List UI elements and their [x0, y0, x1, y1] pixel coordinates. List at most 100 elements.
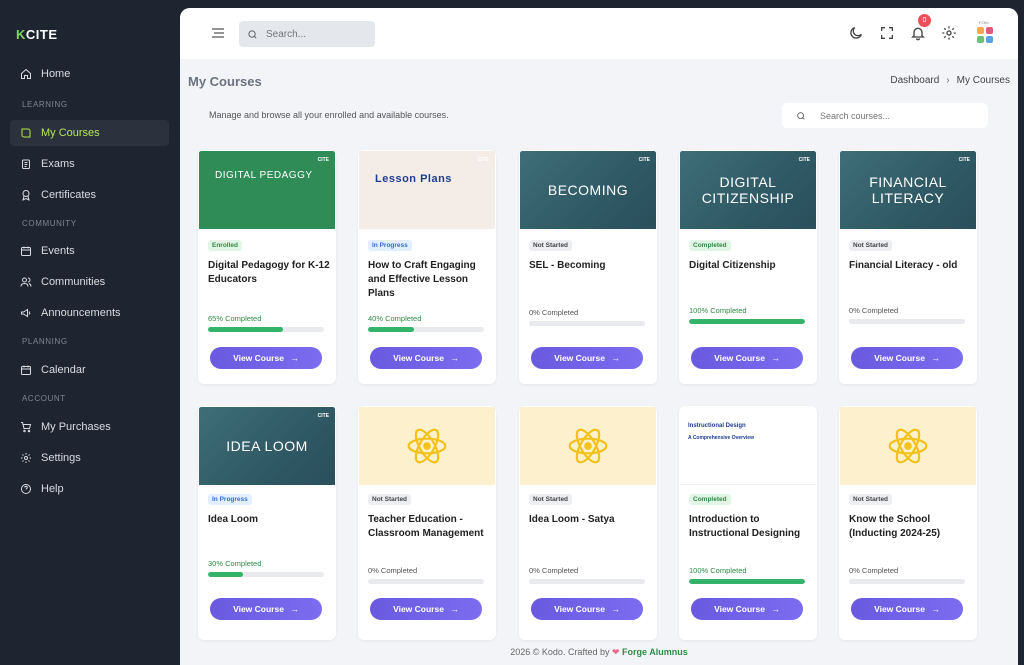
course-thumbnail[interactable]	[840, 407, 976, 485]
course-thumbnail[interactable]: DIGITAL PEDAGGY CITE	[199, 151, 335, 229]
view-course-button[interactable]: View Course →	[531, 598, 643, 620]
course-search-input[interactable]	[820, 110, 970, 121]
course-thumbnail[interactable]: BECOMING CITE	[520, 151, 656, 229]
course-thumbnail[interactable]	[359, 407, 495, 485]
course-thumbnail[interactable]: FINANCIAL LITERACY CITE	[840, 151, 976, 229]
section-planning: PLANNING	[22, 337, 68, 346]
view-course-button[interactable]: View Course →	[210, 598, 322, 620]
status-badge: Enrolled	[208, 240, 243, 251]
arrow-right-icon: →	[610, 604, 620, 614]
course-title[interactable]: Idea Loom	[208, 513, 330, 527]
sidebar-item-label: My Purchases	[41, 421, 111, 433]
status-badge: In Progress	[368, 240, 412, 251]
menu-toggle-icon[interactable]	[210, 25, 226, 41]
topbar: 0 FOlio	[180, 8, 1018, 59]
course-title[interactable]: SEL - Becoming	[529, 259, 651, 273]
course-thumbnail[interactable]: Instructional Design A Comprehensive Over…	[680, 407, 816, 485]
progress-fill	[689, 579, 805, 584]
app-switcher-icon[interactable]	[977, 27, 993, 43]
view-course-button[interactable]: View Course →	[370, 598, 482, 620]
course-title[interactable]: Digital Pedagogy for K-12 Educators	[208, 259, 330, 287]
arrow-right-icon: →	[770, 353, 780, 363]
settings-gear-icon[interactable]	[941, 25, 957, 41]
course-thumbnail[interactable]	[520, 407, 656, 485]
logo[interactable]: KCITE	[16, 27, 58, 42]
progress-bar	[849, 319, 965, 324]
progress-bar	[208, 572, 324, 577]
course-title[interactable]: Introduction to Instructional Designing	[689, 513, 811, 541]
course-card[interactable]: DIGITAL CITIZENSHIP CITE Completed Digital …	[679, 150, 817, 384]
progress-label: 0% Completed	[368, 566, 418, 575]
atom-icon	[888, 428, 928, 464]
course-card[interactable]: Instructional Design A Comprehensive Over…	[679, 406, 817, 640]
sidebar-item-settings[interactable]: Settings	[10, 445, 169, 471]
page-title: My Courses	[188, 74, 262, 89]
moon-icon[interactable]	[848, 25, 864, 41]
bell-icon[interactable]	[910, 25, 926, 41]
course-card[interactable]: IDEA LOOM CITE In Progress Idea Loom 30% Com…	[198, 406, 336, 640]
course-card[interactable]: BECOMING CITE Not Started SEL - Becoming 0% …	[519, 150, 657, 384]
course-card[interactable]: FINANCIAL LITERACY CITE Not Started Financi…	[839, 150, 977, 384]
view-course-button[interactable]: View Course →	[691, 347, 803, 369]
footer-brand-link[interactable]: Forge Alumnus	[622, 647, 688, 657]
sidebar-item-home[interactable]: Home	[10, 61, 169, 87]
search-input[interactable]	[266, 28, 366, 40]
sidebar-item-label: Help	[41, 483, 64, 495]
progress-label: 40% Completed	[368, 314, 422, 323]
calendar-icon	[20, 245, 32, 257]
sidebar-item-events[interactable]: Events	[10, 238, 169, 264]
course-title[interactable]: Know the School (Inducting 2024-25)	[849, 513, 971, 541]
thumbnail-logo: CITE	[798, 157, 810, 163]
progress-bar	[689, 319, 805, 324]
sidebar-item-help[interactable]: Help	[10, 476, 169, 502]
course-card[interactable]: Not Started Idea Loom - Satya 0% Completed…	[519, 406, 657, 640]
fullscreen-icon[interactable]	[879, 25, 895, 41]
view-course-button[interactable]: View Course →	[210, 347, 322, 369]
view-course-button[interactable]: View Course →	[851, 347, 963, 369]
course-card[interactable]: DIGITAL PEDAGGY CITE Enrolled Digital Pedag…	[198, 150, 336, 384]
sidebar-item-calendar[interactable]: Calendar	[10, 357, 169, 383]
section-community: COMMUNITY	[22, 219, 77, 228]
arrow-right-icon: →	[289, 604, 299, 614]
course-thumbnail[interactable]: DIGITAL CITIZENSHIP CITE	[680, 151, 816, 229]
thumbnail-subtitle: A Comprehensive Overview	[688, 435, 754, 441]
sidebar-item-my-courses[interactable]: My Courses	[10, 120, 169, 146]
course-card[interactable]: Lesson Plans CITE In Progress How to Craft …	[358, 150, 496, 384]
sidebar: KCITE Home LEARNING My Courses Exams Cer…	[0, 0, 180, 665]
thumbnail-title: Instructional Design	[688, 423, 746, 429]
button-label: View Course	[233, 353, 284, 363]
sidebar-item-certificates[interactable]: Certificates	[10, 182, 169, 208]
logo-mark: K	[16, 27, 26, 42]
course-title[interactable]: Digital Citizenship	[689, 259, 811, 273]
course-title[interactable]: Teacher Education - Classroom Management	[368, 513, 490, 541]
view-course-button[interactable]: View Course →	[691, 598, 803, 620]
course-title[interactable]: Financial Literacy - old	[849, 259, 971, 273]
view-course-button[interactable]: View Course →	[531, 347, 643, 369]
sidebar-item-communities[interactable]: Communities	[10, 269, 169, 295]
breadcrumb-dashboard[interactable]: Dashboard	[890, 75, 939, 86]
sidebar-item-announcements[interactable]: Announcements	[10, 300, 169, 326]
course-card[interactable]: Not Started Know the School (Inducting 20…	[839, 406, 977, 640]
sidebar-item-label: Exams	[41, 158, 75, 170]
heart-icon: ❤	[611, 647, 620, 657]
sidebar-item-exams[interactable]: Exams	[10, 151, 169, 177]
arrow-right-icon: →	[610, 353, 620, 363]
atom-icon	[407, 428, 447, 464]
arrow-right-icon: →	[449, 604, 459, 614]
course-title[interactable]: Idea Loom - Satya	[529, 513, 651, 527]
course-thumbnail[interactable]: IDEA LOOM CITE	[199, 407, 335, 485]
course-card[interactable]: Not Started Teacher Education - Classroom…	[358, 406, 496, 640]
thumbnail-logo: CITE	[317, 413, 329, 419]
view-course-button[interactable]: View Course →	[851, 598, 963, 620]
view-course-button[interactable]: View Course →	[370, 347, 482, 369]
status-badge: Not Started	[529, 240, 573, 251]
course-title[interactable]: How to Craft Engaging and Effective Less…	[368, 259, 490, 301]
global-search[interactable]	[239, 21, 375, 47]
thumbnail-title: Lesson Plans	[375, 173, 452, 185]
status-badge: Completed	[689, 240, 731, 251]
sidebar-item-my-purchases[interactable]: My Purchases	[10, 414, 169, 440]
help-icon	[20, 483, 32, 495]
course-search[interactable]	[782, 103, 988, 128]
button-label: View Course	[554, 353, 605, 363]
course-thumbnail[interactable]: Lesson Plans CITE	[359, 151, 495, 229]
